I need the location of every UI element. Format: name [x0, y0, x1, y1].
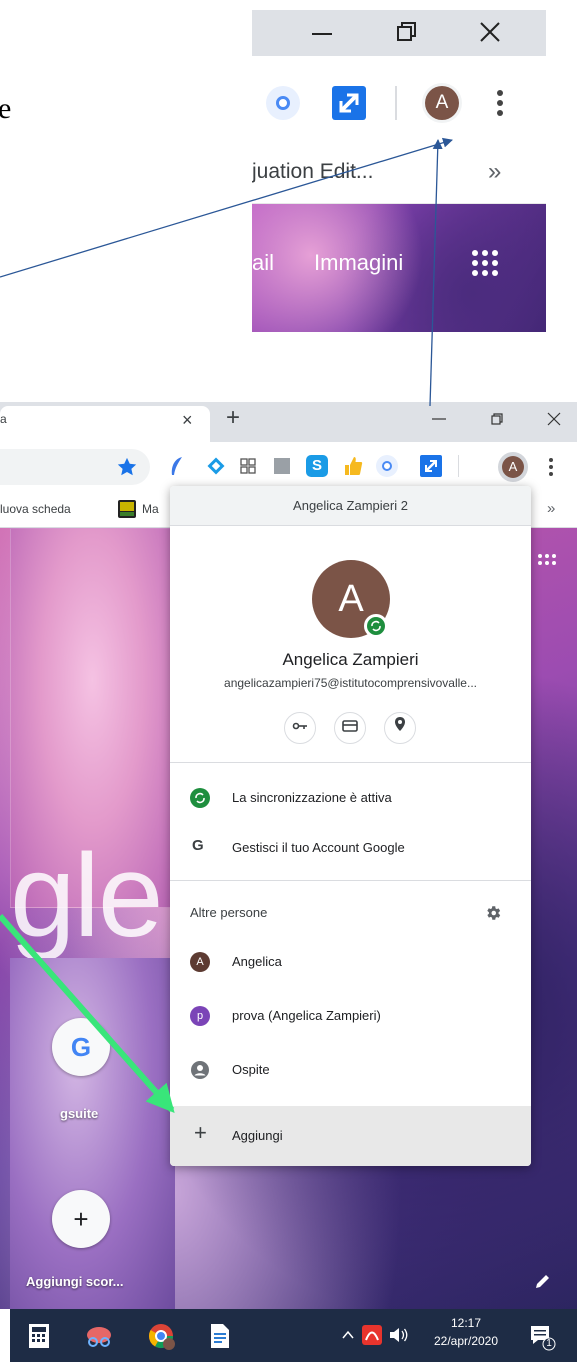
screenshot-collage: e A juation Edit... » ail Immagini a × +… [0, 0, 577, 1362]
blue-pointer-arrow [0, 137, 453, 278]
green-pointer-arrow [0, 914, 175, 1113]
blue-pointer-arrow [429, 139, 443, 407]
annotation-arrows [0, 137, 453, 1113]
